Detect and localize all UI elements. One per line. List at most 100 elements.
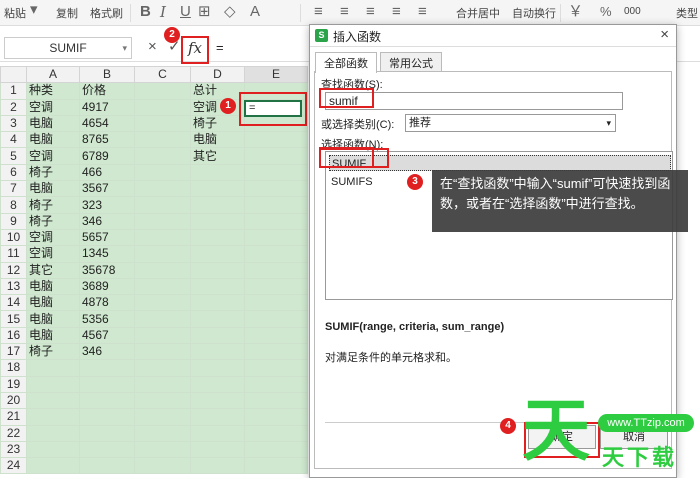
tab-all-functions[interactable]: 全部函数 [315,52,377,73]
column-header-b[interactable]: B [79,65,135,84]
cell-b[interactable]: 5356 [79,310,135,328]
cell-a[interactable] [26,408,80,426]
cell-d[interactable] [190,359,245,377]
cell-e[interactable] [244,261,308,279]
cell-b[interactable]: 6789 [79,147,135,165]
cell-e[interactable] [244,294,308,312]
cell-d[interactable] [190,343,245,361]
row-header[interactable]: 8 [0,196,27,214]
row-header[interactable]: 9 [0,212,27,230]
cell-e[interactable] [244,359,308,377]
cell-b[interactable] [79,424,135,442]
cell-e[interactable] [244,277,308,296]
chevron-down-icon[interactable]: ▾ [122,38,127,58]
cell-e[interactable] [244,196,308,214]
cell-c[interactable] [134,228,191,247]
cell-a[interactable] [26,424,80,442]
category-select[interactable]: 推荐 ▾ [405,114,616,132]
cell-a[interactable]: 电脑 [26,131,80,149]
cell-c[interactable] [134,212,191,230]
cell-c[interactable] [134,343,191,361]
cell-a[interactable]: 椅子 [26,343,80,361]
cell-b[interactable] [79,440,135,459]
cell-c[interactable] [134,326,191,345]
cell-a[interactable] [26,440,80,459]
cell-e[interactable] [244,457,308,475]
cell-a[interactable]: 电脑 [26,310,80,328]
cell-c[interactable] [134,424,191,442]
cell-c[interactable] [134,391,191,410]
cell-e[interactable] [244,163,308,182]
row-header[interactable]: 7 [0,180,27,198]
cell-a[interactable]: 其它 [26,261,80,279]
cell-d[interactable] [190,196,245,214]
wrap-text-button[interactable]: 自动换行 [512,5,556,21]
align-top-icon[interactable]: ≡ [314,2,323,22]
cell-a[interactable]: 电脑 [26,277,80,296]
italic-icon[interactable]: I [160,2,166,22]
bold-button[interactable]: B [140,2,151,22]
cell-b[interactable]: 4567 [79,326,135,345]
cell-c[interactable] [134,147,191,165]
cell-a[interactable]: 空调 [26,245,80,263]
function-item-sumifs[interactable]: SUMIFS [329,174,373,190]
row-header[interactable]: 4 [0,131,27,149]
cell-a[interactable]: 电脑 [26,114,80,133]
fill-color-icon[interactable]: ◇ [224,2,236,22]
align-left-icon[interactable]: ≡ [366,2,375,22]
cell-d[interactable] [190,163,245,182]
name-box[interactable]: SUMIF ▾ [4,37,132,59]
cell-b[interactable]: 4654 [79,114,135,133]
cell-c[interactable] [134,245,191,263]
cell-b[interactable] [79,391,135,410]
cell-c[interactable] [134,163,191,182]
cell-a[interactable]: 椅子 [26,212,80,230]
cell-d[interactable] [190,457,245,475]
row-header[interactable]: 19 [0,375,27,393]
cell-e[interactable] [244,391,308,410]
cell-b[interactable]: 346 [79,343,135,361]
cell-c[interactable] [134,359,191,377]
cell-b[interactable]: 323 [79,196,135,214]
cell-d[interactable]: 其它 [190,147,245,165]
row-header[interactable]: 14 [0,294,27,312]
cell-e[interactable] [244,212,308,230]
merge-center-button[interactable]: 合并居中 [456,5,500,21]
align-center-icon[interactable]: ≡ [392,2,401,22]
font-color-icon[interactable]: A [250,2,260,22]
cell-b[interactable] [79,457,135,475]
row-header[interactable]: 17 [0,343,27,361]
cell-e[interactable] [244,147,308,165]
cell-c[interactable] [134,375,191,393]
cell-e[interactable] [244,326,308,345]
cell-c[interactable] [134,196,191,214]
cell-b[interactable]: 35678 [79,261,135,279]
cell-d[interactable] [190,408,245,426]
cell-c[interactable] [134,457,191,475]
row-header[interactable]: 16 [0,326,27,345]
cell-e[interactable] [244,343,308,361]
column-header-e[interactable]: E [244,65,308,84]
row-header[interactable]: 22 [0,424,27,442]
select-all-corner[interactable] [0,65,27,84]
align-middle-icon[interactable]: ≡ [340,2,349,22]
cell-c[interactable] [134,114,191,133]
tab-common-formulas[interactable]: 常用公式 [380,52,442,72]
cell-a[interactable]: 电脑 [26,294,80,312]
cell-a[interactable] [26,391,80,410]
row-header[interactable]: 21 [0,408,27,426]
cell-c[interactable] [134,261,191,279]
cell-c[interactable] [134,310,191,328]
cell-a[interactable]: 椅子 [26,196,80,214]
row-header[interactable]: 12 [0,261,27,279]
cell-a[interactable] [26,359,80,377]
copy-button[interactable]: 复制 [56,5,78,21]
row-header[interactable]: 1 [0,82,27,100]
cell-c[interactable] [134,408,191,426]
column-header-c[interactable]: C [134,65,191,84]
cell-d[interactable] [190,294,245,312]
row-header[interactable]: 20 [0,391,27,410]
cell-b[interactable]: 1345 [79,245,135,263]
formula-input[interactable]: = [216,37,224,59]
border-icon[interactable]: ⊞ [198,2,211,22]
